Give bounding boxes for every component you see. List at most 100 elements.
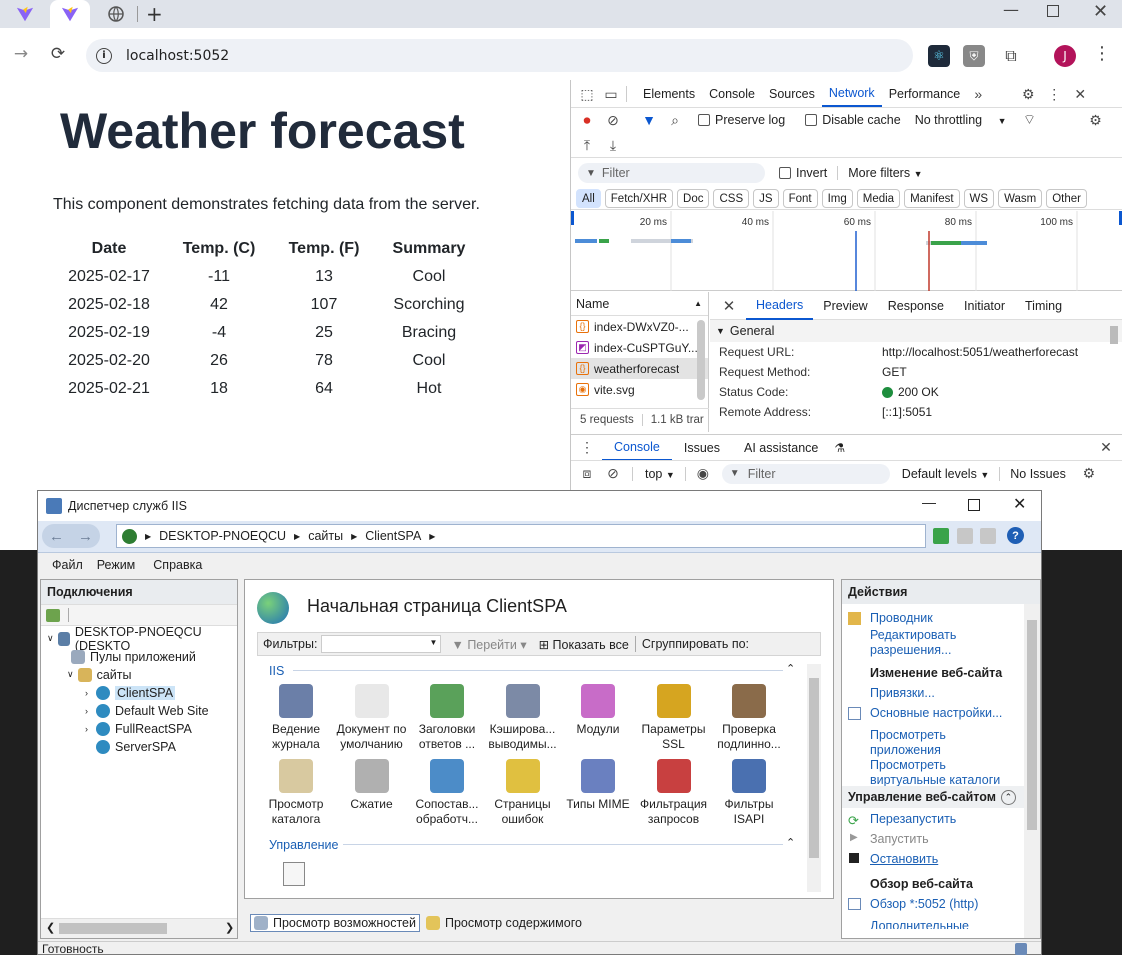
record-stop-icon[interactable]: ⏺ bbox=[578, 111, 596, 129]
detail-tab-timing[interactable]: Timing bbox=[1015, 292, 1072, 320]
menu-help[interactable]: Справка bbox=[153, 558, 202, 572]
iis-close-button[interactable]: ✕ bbox=[1013, 494, 1026, 514]
invert-checkbox[interactable]: Invert bbox=[779, 166, 827, 180]
scroll-thumb[interactable] bbox=[809, 678, 819, 858]
filter-input[interactable]: ▼ Filter bbox=[578, 163, 765, 183]
type-filter-doc[interactable]: Doc bbox=[677, 189, 710, 208]
tree-site-default-web-site[interactable]: › Default Web Site bbox=[85, 702, 209, 719]
profile-avatar[interactable]: J bbox=[1054, 45, 1076, 67]
type-filter-manifest[interactable]: Manifest bbox=[904, 189, 960, 208]
clear-icon[interactable]: ⊘ bbox=[604, 111, 622, 129]
type-filter-font[interactable]: Font bbox=[782, 189, 818, 208]
request-row[interactable]: ◉ vite.svg bbox=[571, 379, 708, 400]
disable-cache-checkbox[interactable]: Disable cache bbox=[805, 113, 901, 127]
settings-gear-icon[interactable]: ⚙ bbox=[1019, 85, 1037, 103]
drawer-menu-icon[interactable]: ⋮ bbox=[578, 439, 596, 457]
throttling-select[interactable]: No throttling ▼ bbox=[915, 113, 1007, 127]
menu-file[interactable]: Файл bbox=[52, 558, 83, 572]
drawer-tab-issues[interactable]: Issues bbox=[672, 435, 732, 461]
action-basic-settings[interactable]: Основные настройки... bbox=[870, 706, 1002, 721]
type-filter-media[interactable]: Media bbox=[856, 189, 901, 208]
clear-console-icon[interactable]: ⊘ bbox=[604, 465, 622, 483]
show-all-button[interactable]: ⊞ Показать все bbox=[539, 637, 629, 652]
tab-vite-1[interactable] bbox=[5, 0, 45, 28]
devtools-tab-elements[interactable]: Elements bbox=[636, 81, 702, 107]
request-row[interactable]: ◩ index-CuSPTGuY... bbox=[571, 337, 708, 358]
close-window-button[interactable]: ✕ bbox=[1093, 1, 1108, 22]
log-levels-select[interactable]: Default levels ▼ bbox=[902, 467, 989, 481]
network-conditions-icon[interactable]: ⌔ bbox=[1021, 111, 1039, 129]
home-icon[interactable] bbox=[980, 528, 996, 544]
connections-hscrollbar[interactable]: ❮ ❯ bbox=[41, 918, 237, 938]
request-row[interactable]: {} index-DWxVZ0-... bbox=[571, 316, 708, 337]
minimize-button[interactable]: — bbox=[1003, 0, 1019, 19]
breadcrumb-site[interactable]: ClientSPA bbox=[365, 529, 421, 543]
breadcrumb-sites[interactable]: сайты bbox=[308, 529, 343, 543]
group-by-label[interactable]: Сгруппировать по: bbox=[642, 637, 749, 651]
collapse-manage-icon[interactable]: ⌃ bbox=[786, 836, 795, 849]
more-filters-button[interactable]: More filters ▼ bbox=[848, 166, 922, 180]
content-view-tab[interactable]: Просмотр содержимого bbox=[426, 916, 582, 930]
iis-back-forward[interactable]: ← → bbox=[42, 524, 100, 548]
feature-item[interactable]: Заголовки ответов ... bbox=[408, 684, 486, 752]
context-select[interactable]: top ▼ bbox=[645, 467, 675, 481]
tree-site-serverspa[interactable]: ServerSPA bbox=[85, 738, 176, 755]
site-info-icon[interactable]: i bbox=[96, 47, 112, 64]
type-filter-wasm[interactable]: Wasm bbox=[998, 189, 1043, 208]
filter-funnel-icon[interactable]: ▼ bbox=[640, 111, 658, 129]
iis-maximize-button[interactable] bbox=[968, 499, 980, 511]
forward-button[interactable]: → bbox=[6, 39, 36, 69]
feature-item[interactable]: Просмотр каталога bbox=[257, 759, 335, 827]
actions-vscrollbar[interactable] bbox=[1024, 604, 1040, 938]
action-view-vdirs[interactable]: Просмотреть виртуальные каталоги bbox=[870, 758, 1000, 788]
type-filter-other[interactable]: Other bbox=[1046, 189, 1087, 208]
devtools-tab-performance[interactable]: Performance bbox=[882, 81, 968, 107]
sidebar-toggle-icon[interactable]: ⧈ bbox=[578, 465, 596, 483]
feature-item[interactable]: Ведение журнала bbox=[257, 684, 335, 752]
action-stop[interactable]: Остановить bbox=[870, 852, 938, 867]
detail-tab-initiator[interactable]: Initiator bbox=[954, 292, 1015, 320]
type-filter-all[interactable]: All bbox=[576, 189, 601, 208]
name-column-header[interactable]: Name ▲ bbox=[571, 292, 708, 316]
expand-arrow-icon[interactable]: › bbox=[85, 724, 91, 734]
group-iis-header[interactable]: IIS bbox=[269, 664, 284, 678]
detail-scrollbar[interactable] bbox=[1110, 326, 1118, 344]
type-filter-js[interactable]: JS bbox=[753, 189, 779, 208]
inspect-element-icon[interactable]: ⬚ bbox=[578, 85, 596, 103]
feature-item[interactable]: Фильтры ISAPI bbox=[710, 759, 788, 827]
iis-minimize-button[interactable]: — bbox=[922, 494, 936, 510]
feature-item[interactable]: Страницы ошибок bbox=[484, 759, 562, 827]
feature-item[interactable]: Документ по умолчанию bbox=[333, 684, 411, 752]
expand-arrow-icon[interactable]: › bbox=[85, 688, 91, 698]
scroll-thumb[interactable] bbox=[1027, 620, 1037, 830]
detail-tab-headers[interactable]: Headers bbox=[746, 292, 814, 320]
devtools-tab-console[interactable]: Console bbox=[702, 81, 762, 107]
action-restart[interactable]: Перезапустить bbox=[870, 812, 956, 827]
section-manage-site[interactable]: Управление веб-сайтом ⌃ bbox=[842, 786, 1024, 808]
console-filter-input[interactable]: ▼ Filter bbox=[721, 463, 890, 484]
issues-count[interactable]: No Issues bbox=[1010, 467, 1066, 481]
shield-extension[interactable]: ⛨ bbox=[963, 45, 985, 67]
collapse-group-icon[interactable]: ⌃ bbox=[786, 662, 795, 675]
feature-item[interactable]: Сопостав... обработч... bbox=[408, 759, 486, 827]
close-drawer-icon[interactable]: ✕ bbox=[1097, 439, 1115, 457]
more-tabs-icon[interactable]: » bbox=[969, 85, 987, 103]
stop-icon[interactable] bbox=[957, 528, 973, 544]
iis-breadcrumb[interactable]: ▶ DESKTOP-PNOEQCU ▶ сайты ▶ ClientSPA ▶ bbox=[116, 524, 926, 548]
feature-item[interactable]: Кэширова... выводимы... bbox=[484, 684, 562, 752]
action-browse[interactable]: Обзор *:5052 (http) bbox=[870, 897, 978, 912]
address-bar[interactable]: i localhost:5052 bbox=[86, 39, 913, 72]
feature-item[interactable]: Модули bbox=[559, 684, 637, 737]
device-toolbar-icon[interactable]: ▭ bbox=[602, 85, 620, 103]
react-devtools-extension[interactable]: ⚛ bbox=[928, 45, 950, 67]
features-view-tab[interactable]: Просмотр возможностей bbox=[250, 914, 420, 932]
extensions-button[interactable]: ⧉ bbox=[1000, 45, 1022, 67]
type-filter-css[interactable]: CSS bbox=[713, 189, 750, 208]
menu-view[interactable]: Режим bbox=[97, 558, 136, 572]
tree-site-fullreactspa[interactable]: › FullReactSPA bbox=[85, 720, 192, 737]
help-icon[interactable]: ? bbox=[1007, 527, 1024, 544]
action-explorer[interactable]: Проводник bbox=[870, 611, 933, 626]
feature-item[interactable]: Типы MIME bbox=[559, 759, 637, 812]
devtools-menu-icon[interactable]: ⋮ bbox=[1045, 85, 1063, 103]
type-filter-img[interactable]: Img bbox=[821, 189, 853, 208]
